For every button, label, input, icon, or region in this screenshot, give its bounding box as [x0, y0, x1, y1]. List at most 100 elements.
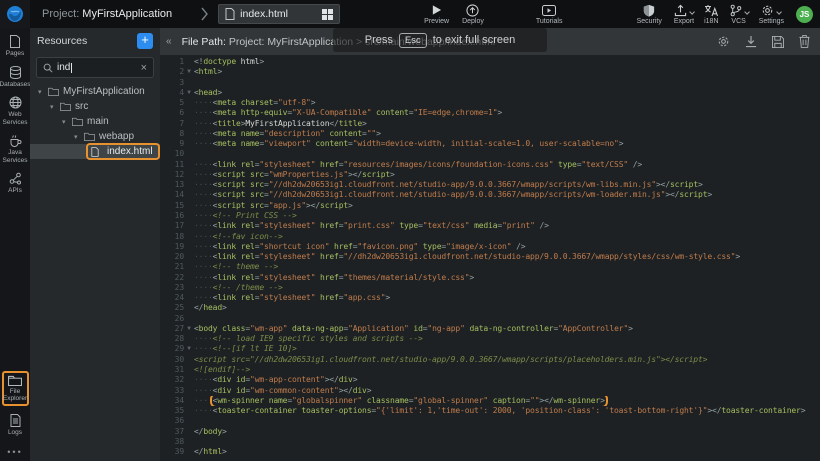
code-line-32[interactable]: 32····<div id="wm-app-content"></div>: [160, 375, 820, 385]
code-line-13[interactable]: 13····<script src="//dh2dw20653ig1.cloud…: [160, 180, 820, 190]
code-line-8[interactable]: 8····<meta name="description" content=""…: [160, 129, 820, 139]
fold-caret-icon: [184, 375, 194, 385]
code-line-18[interactable]: 18····<!--fav icon-->: [160, 232, 820, 242]
code-line-33[interactable]: 33····<div id="wm-common-content"></div>: [160, 386, 820, 396]
collapse-panel-icon[interactable]: «: [166, 36, 172, 47]
sidebar-item-java-services[interactable]: Java Services: [1, 134, 30, 164]
add-resource-button[interactable]: +: [137, 33, 153, 49]
fold-caret-icon: [184, 108, 194, 118]
project-name: MyFirstApplication: [82, 8, 172, 20]
clear-search-icon[interactable]: ×: [141, 63, 147, 73]
code-line-38[interactable]: 38: [160, 437, 820, 447]
resources-search-input[interactable]: ind ×: [36, 57, 154, 78]
code-line-29[interactable]: 29▼····<!--[if lt IE 10]>: [160, 344, 820, 354]
download-icon[interactable]: [745, 35, 757, 48]
line-number: 24: [160, 293, 184, 303]
tree-item-myfirstapplication[interactable]: ▾MyFirstApplication: [30, 84, 160, 99]
code-line-31[interactable]: 31<![endif]-->: [160, 365, 820, 375]
tree-item-main[interactable]: ▾main: [30, 114, 160, 129]
settings-button[interactable]: Settings: [759, 3, 784, 25]
grid-view-icon[interactable]: [322, 9, 333, 20]
fold-caret-icon[interactable]: ▼: [184, 344, 194, 354]
sidebar-item-apis[interactable]: APIs: [1, 172, 30, 195]
expand-caret-icon[interactable]: ▾: [38, 88, 45, 96]
file-tab-label: index.html: [240, 8, 317, 20]
file-tab-index-html[interactable]: index.html: [218, 4, 340, 24]
code-line-11[interactable]: 11····<link rel="stylesheet" href="resou…: [160, 160, 820, 170]
code-line-25[interactable]: 25</head>: [160, 303, 820, 313]
code-line-12[interactable]: 12····<script src="wmProperties.js"></sc…: [160, 170, 820, 180]
sidebar-item-logs[interactable]: Logs: [1, 414, 30, 437]
more-options-button[interactable]: •••: [7, 447, 22, 457]
code-line-39[interactable]: 39</html>: [160, 447, 820, 457]
code-line-22[interactable]: 22····<link rel="stylesheet" href="theme…: [160, 273, 820, 283]
code-line-5[interactable]: 5····<meta charset="utf-8">: [160, 98, 820, 108]
code-editor[interactable]: 1<!doctype html>2▼<html>34▼<head>5····<m…: [160, 55, 820, 461]
code-line-16[interactable]: 16····<!-- Print CSS -->: [160, 211, 820, 221]
gear-icon: [761, 4, 774, 17]
code-line-21[interactable]: 21····<!-- theme -->: [160, 262, 820, 272]
code-line-27[interactable]: 27▼<body class="wm-app" data-ng-app="App…: [160, 324, 820, 334]
code-line-34[interactable]: 34····<wm-spinner name="globalspinner" c…: [160, 396, 820, 406]
i18n-button[interactable]: i18N: [704, 3, 718, 25]
code-line-24[interactable]: 24····<link rel="stylesheet" href="app.c…: [160, 293, 820, 303]
code-line-20[interactable]: 20····<link rel="stylesheet" href="//dh2…: [160, 252, 820, 262]
code-line-36[interactable]: 36: [160, 416, 820, 426]
code-line-23[interactable]: 23····<!-- /theme -->: [160, 283, 820, 293]
tree-item-index-html[interactable]: index.html: [30, 144, 160, 159]
wavemaker-studio-window: Project:MyFirstApplication index.html Pr…: [0, 0, 820, 461]
expand-caret-icon[interactable]: ▾: [62, 118, 69, 126]
sidebar-item-web-services[interactable]: Web Services: [1, 96, 30, 126]
code-line-10[interactable]: 10: [160, 149, 820, 159]
fold-caret-icon: [184, 273, 194, 283]
tutorials-button[interactable]: Tutorials: [536, 3, 563, 25]
code-line-15[interactable]: 15····<script src="app.js"></script>: [160, 201, 820, 211]
code-line-4[interactable]: 4▼<head>: [160, 88, 820, 98]
sidebar-item-pages[interactable]: Pages: [1, 35, 30, 58]
code-line-14[interactable]: 14····<script src="//dh2dw20653ig1.cloud…: [160, 190, 820, 200]
expand-caret-icon[interactable]: ▾: [74, 133, 81, 141]
sidebar-item-databases[interactable]: Databases: [1, 66, 30, 89]
tree-item-webapp[interactable]: ▾webapp: [30, 129, 160, 144]
code-line-37[interactable]: 37</body>: [160, 427, 820, 437]
shield-icon: [643, 3, 655, 17]
chevron-down-icon: [744, 10, 750, 16]
line-number: 29: [160, 344, 184, 354]
preview-button[interactable]: Preview: [424, 3, 449, 25]
line-number: 18: [160, 232, 184, 242]
code-line-30[interactable]: 30<script src="//dh2dw20653ig1.cloudfron…: [160, 355, 820, 365]
editor-settings-gear-icon[interactable]: [717, 35, 730, 48]
save-icon[interactable]: [772, 36, 784, 48]
code-line-6[interactable]: 6····<meta http-equiv="X-UA-Compatible" …: [160, 108, 820, 118]
deploy-cloud-up-icon: [466, 3, 479, 17]
log-file-icon: [10, 414, 21, 427]
line-number: 14: [160, 190, 184, 200]
wavemaker-logo-icon[interactable]: [0, 0, 30, 28]
tree-item-src[interactable]: ▾src: [30, 99, 160, 114]
top-bar: Project:MyFirstApplication index.html Pr…: [0, 0, 820, 28]
export-button[interactable]: Export: [674, 3, 694, 25]
code-line-19[interactable]: 19····<link rel="shortcut icon" href="fa…: [160, 242, 820, 252]
code-line-3[interactable]: 3: [160, 78, 820, 88]
fold-caret-icon[interactable]: ▼: [184, 67, 194, 77]
deploy-button[interactable]: Deploy: [462, 3, 484, 25]
fold-caret-icon[interactable]: ▼: [184, 324, 194, 334]
vcs-button[interactable]: VCS: [729, 3, 749, 25]
fold-caret-icon: [184, 355, 194, 365]
delete-trash-icon[interactable]: [799, 35, 810, 48]
code-line-35[interactable]: 35····<toaster-container toaster-options…: [160, 406, 820, 416]
line-number: 8: [160, 129, 184, 139]
code-line-2[interactable]: 2▼<html>: [160, 67, 820, 77]
expand-caret-icon[interactable]: ▾: [50, 103, 57, 111]
code-line-7[interactable]: 7····<title>MyFirstApplication</title>: [160, 119, 820, 129]
code-line-26[interactable]: 26: [160, 314, 820, 324]
security-button[interactable]: Security: [637, 3, 662, 25]
code-line-17[interactable]: 17····<link rel="stylesheet" href="print…: [160, 221, 820, 231]
user-avatar[interactable]: JS: [796, 6, 813, 23]
sidebar-item-file-explorer[interactable]: File Explorer: [2, 371, 29, 406]
code-line-1[interactable]: 1<!doctype html>: [160, 57, 820, 67]
fold-caret-icon[interactable]: ▼: [184, 88, 194, 98]
line-number: 23: [160, 283, 184, 293]
code-line-28[interactable]: 28····<!-- load IE9 specific styles and …: [160, 334, 820, 344]
code-line-9[interactable]: 9····<meta name="viewport" content="widt…: [160, 139, 820, 149]
